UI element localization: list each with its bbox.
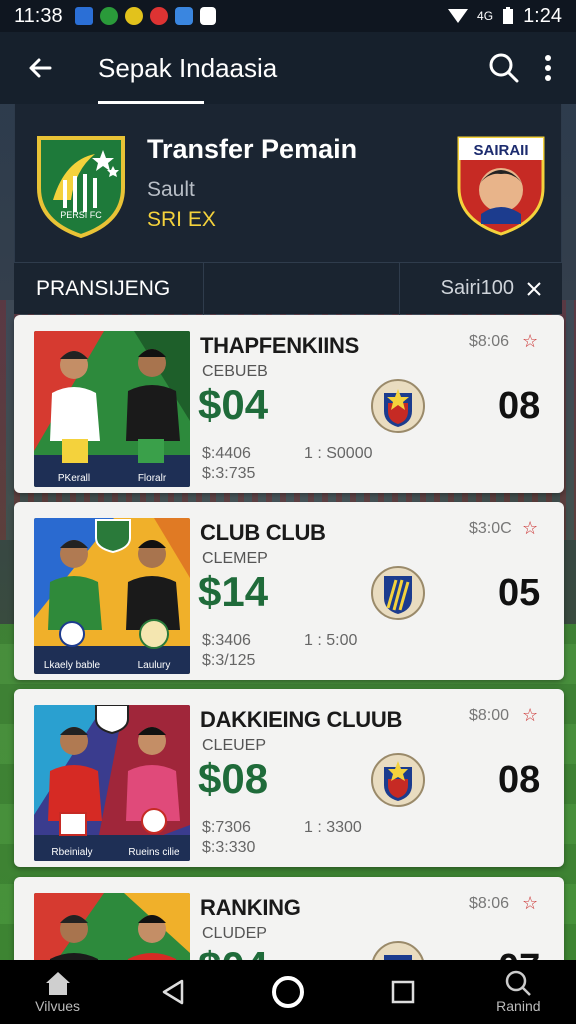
card-time: $8:06	[469, 333, 510, 350]
club-logo-text: PERSI FC	[60, 210, 102, 220]
more-vert-icon[interactable]	[542, 53, 554, 83]
card-name: DAKKIEING CLUUB	[200, 707, 403, 732]
recents-square-icon	[391, 980, 415, 1004]
club-crest-icon	[371, 379, 425, 433]
photo-caption-left: PKerall	[58, 473, 90, 484]
app-title-text: Sepak Indaasia	[98, 52, 278, 83]
player-photo: Lkaely bablе Laulury	[34, 518, 190, 674]
wifi-icon	[448, 9, 469, 23]
network-label: 4G	[477, 9, 494, 23]
nav-home[interactable]: Vilvues	[13, 970, 103, 1014]
card-subtitle: CLEMEP	[202, 550, 268, 567]
nav-search[interactable]: Ranind	[473, 970, 563, 1014]
card-stat: $:4406	[202, 445, 251, 462]
card-stat: 1 : 5:00	[304, 632, 358, 649]
player-badge: SAIRAII	[457, 136, 545, 236]
card-stat: $:3406	[202, 632, 251, 649]
nav-search-label: Ranind	[496, 998, 541, 1014]
club-shield-logo: PERSI FC	[37, 136, 125, 239]
photo-caption-left: Rbeinialy	[51, 847, 92, 858]
search-icon[interactable]	[488, 52, 520, 84]
app-notification-icon	[124, 7, 143, 25]
filter-chip[interactable]: Sairi100	[441, 277, 562, 300]
card-price: $08	[198, 755, 269, 802]
card-subtitle: CLUDEP	[202, 925, 267, 942]
card-time: $3:0C	[469, 520, 512, 537]
header-tag: SRI EX	[147, 208, 216, 231]
battery-icon	[503, 7, 514, 24]
photo-caption-right: Laulury	[138, 660, 171, 671]
card-name: CLUB CLUB	[200, 520, 326, 545]
tab-pransijeng[interactable]: PRANSIJENG	[14, 262, 204, 315]
card-subtitle: CLEUEP	[202, 737, 267, 754]
app-notification-icon	[74, 7, 93, 25]
transfer-card[interactable]: Rbeinialy Rueins cilie DAKKIEING CLUUB C…	[14, 689, 564, 867]
back-arrow-icon	[29, 58, 52, 78]
card-time: $8:06	[469, 895, 510, 912]
card-time: $8:00	[469, 707, 510, 724]
header-title: Transfer Pemain	[147, 134, 358, 164]
photo-caption-right: Floralr	[138, 473, 167, 484]
app-notification-icon	[99, 7, 118, 25]
header-subtitle: Sault	[147, 178, 195, 201]
club-crest-icon	[371, 566, 425, 620]
star-icon[interactable]: ☆	[522, 893, 538, 914]
nav-recents[interactable]	[358, 978, 448, 1006]
close-icon[interactable]	[526, 281, 542, 297]
card-name: RANKING	[200, 895, 301, 920]
transfer-card[interactable]: PKerall Floralr THAPFENKIINS CEBUEB $04 …	[14, 315, 564, 493]
filter-label: Sairi100	[440, 277, 514, 299]
card-stat: $:7306	[202, 819, 251, 836]
tab-strip: PRANSIJENG Sairi100	[14, 262, 562, 315]
bottom-nav: Vilvues Ranind	[0, 960, 576, 1024]
app-actions	[488, 52, 576, 84]
star-icon[interactable]: ☆	[522, 331, 538, 352]
nav-back[interactable]	[128, 978, 218, 1006]
card-name: THAPFENKIINS	[200, 333, 359, 358]
back-triangle-icon	[162, 979, 184, 1005]
nav-home-button[interactable]	[243, 974, 333, 1010]
search-icon	[506, 970, 532, 996]
status-time: 11:38	[14, 4, 63, 27]
app-bar: Sepak Indaasia	[0, 32, 576, 104]
status-clock: 1:24	[523, 4, 562, 27]
card-price: $04	[198, 381, 269, 428]
transfer-card[interactable]: Lkaely bablе Laulury CLUB CLUB CLEMEP $1…	[14, 502, 564, 680]
card-stat: $:3/125	[202, 652, 256, 669]
card-stat: $:3:735	[202, 465, 256, 482]
star-icon[interactable]: ☆	[522, 705, 538, 726]
club-crest-icon	[371, 753, 425, 807]
card-stat: 1 : S0000	[304, 445, 373, 462]
card-number: 05	[498, 572, 541, 614]
app-notification-icon	[174, 7, 193, 25]
status-bar: 11:38 4G 1:24	[0, 0, 576, 32]
card-number: 08	[498, 759, 541, 801]
back-button[interactable]	[0, 32, 80, 104]
card-stat: $:3:330	[202, 839, 256, 856]
badge-text: SAIRAII	[473, 142, 528, 159]
header-card: PERSI FC Transfer Pemain Sault SRI EX SA…	[14, 104, 562, 262]
notification-icons	[74, 7, 216, 25]
player-photo: Rbeinialy Rueins cilie	[34, 705, 190, 861]
star-icon[interactable]: ☆	[522, 518, 538, 539]
card-number: 08	[498, 385, 541, 427]
status-right: 4G 1:24	[447, 5, 562, 28]
home-icon	[45, 972, 70, 995]
card-price: $14	[198, 568, 269, 615]
home-circle-icon	[271, 976, 304, 1008]
nav-home-label: Vilvues	[35, 998, 81, 1014]
tab-empty[interactable]	[204, 262, 400, 315]
card-stat: 1 : 3300	[304, 819, 362, 836]
photo-caption-left: Lkaely bablе	[44, 660, 101, 671]
card-subtitle: CEBUEB	[202, 363, 268, 380]
shield-notification-icon	[199, 7, 216, 25]
app-title: Sepak Indaasia	[98, 32, 277, 104]
player-photo: PKerall Floralr	[34, 331, 190, 487]
app-notification-icon	[149, 7, 168, 25]
photo-caption-right: Rueins cilie	[128, 847, 180, 858]
